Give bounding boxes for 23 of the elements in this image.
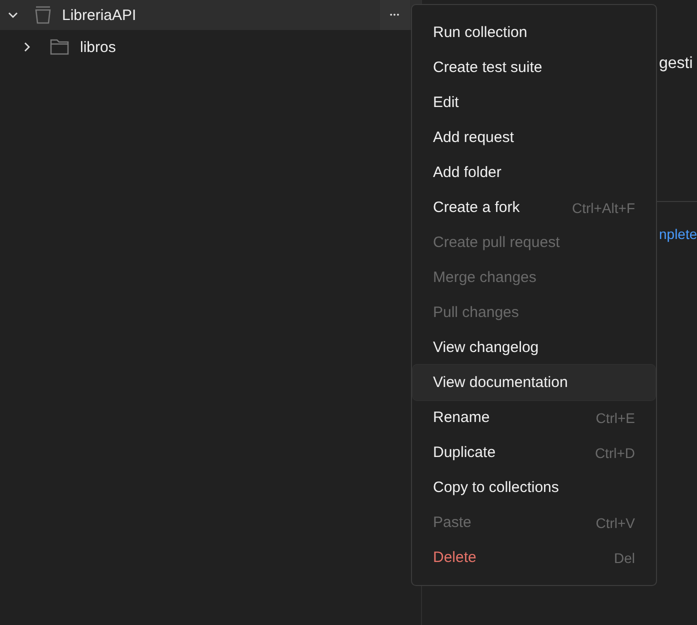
menu-item[interactable]: Duplicate Ctrl+D (413, 435, 655, 470)
menu-item[interactable]: Edit (413, 85, 655, 120)
menu-item[interactable]: Add request (413, 120, 655, 155)
menu-item[interactable]: Run collection (413, 15, 655, 50)
shortcut-label: Ctrl+E (596, 410, 635, 426)
folder-name[interactable]: libros (80, 38, 116, 56)
menu-item[interactable]: Copy to collections (413, 470, 655, 505)
description-text: gesti (659, 55, 693, 74)
menu-item[interactable]: Create test suite (413, 50, 655, 85)
link-text[interactable]: nplete (659, 226, 697, 242)
collection-name[interactable]: LibreriaAPI (62, 6, 136, 24)
folder-icon (50, 39, 69, 55)
menu-item[interactable]: Delete Del (413, 540, 655, 575)
menu-item[interactable]: Rename Ctrl+E (413, 400, 655, 435)
shortcut-label: Del (614, 550, 635, 566)
menu-item[interactable]: Add folder (413, 155, 655, 190)
menu-item[interactable]: View documentation (413, 365, 655, 400)
menu-item[interactable]: View changelog (413, 330, 655, 365)
shortcut-label: Ctrl+V (596, 514, 635, 530)
shortcut-label: Ctrl+Alt+F (572, 200, 635, 216)
menu-item[interactable]: Create a fork Ctrl+Alt+F (413, 190, 655, 225)
trash-bin-icon (34, 5, 52, 25)
shortcut-label: Ctrl+D (594, 444, 635, 460)
